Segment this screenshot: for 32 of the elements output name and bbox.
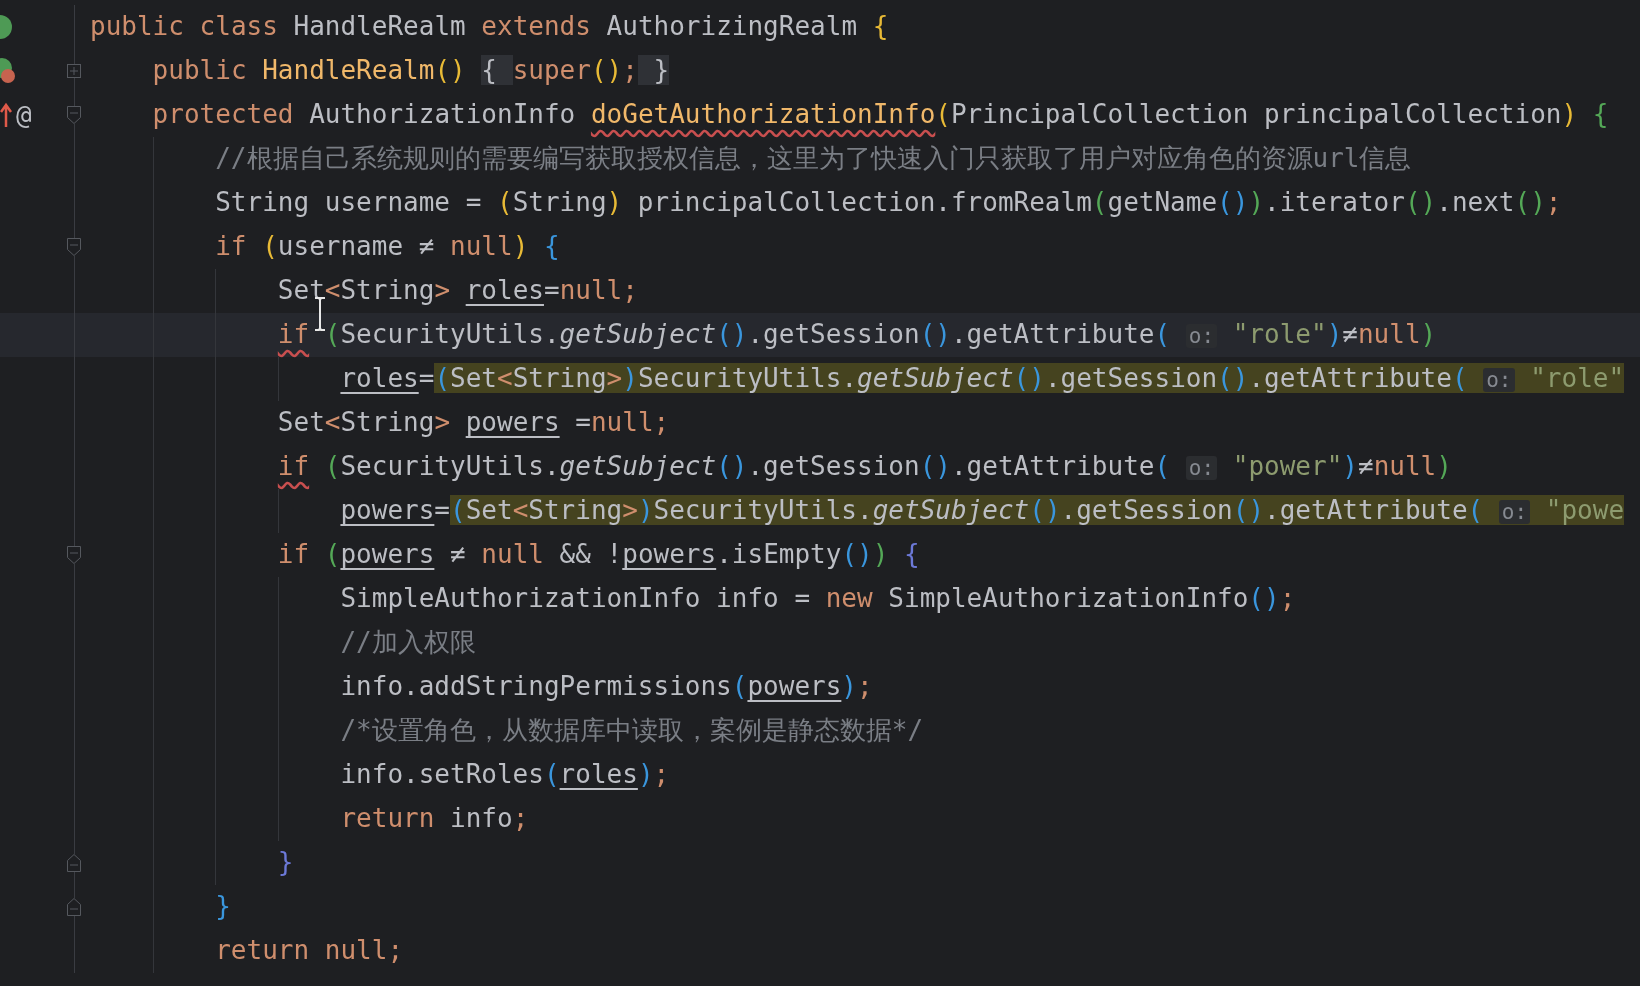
code-line: return null; [215,934,404,968]
code-line: //加入权限 [340,626,476,660]
code-line: if (SecurityUtils.getSubject().getSession().getAttribute( o: "role")≠null) [277,318,1437,352]
code-line: public class HandleRealm extends AuthorizingRealm { [90,10,889,44]
code-line: } [277,846,294,880]
text-cursor-icon [313,297,328,332]
code-line: SimpleAuthorizationInfo info = new SimpleAuthorizationInfo(); [340,582,1296,616]
code-line: return info; [340,802,529,836]
code-line: //根据自己系统规则的需要编写获取授权信息，这里为了快速入门只获取了用户对应角色的资源url信息 [215,142,1412,176]
fold-collapse-icon[interactable] [67,238,81,256]
fold-expand-icon[interactable] [67,64,81,78]
code-line: String username = (String) principalCollection.fromRealm(getName()).iterator().next(); [215,186,1562,220]
fold-collapse-icon[interactable] [67,546,81,564]
method-icon [0,58,18,84]
code-line: info.setRoles(roles); [340,758,670,792]
fold-collapse-icon[interactable] [67,898,81,916]
code-line: if (powers ≠ null && !powers.isEmpty()) { [277,538,920,572]
code-line: powers=(Set<String>)SecurityUtils.getSubject().getSession().getAttribute( o: "powe [340,494,1625,528]
code-line: if (username ≠ null) { [215,230,560,264]
code-line: protected AuthorizationInfo doGetAuthorizationInfo(PrincipalCollection principalCollection) { [152,98,1609,132]
class-icon [0,15,14,39]
code-line: Set<String> roles=null; [277,274,638,308]
code-line: /*设置角色，从数据库中读取，案例是静态数据*/ [340,714,924,748]
code-line: public HandleRealm() { super(); } [152,54,670,88]
arrow-up-icon [0,102,12,128]
fold-collapse-icon[interactable] [67,854,81,872]
code-line: } [215,890,231,924]
fold-collapse-icon[interactable] [67,106,81,124]
code-line: if (SecurityUtils.getSubject().getSession().getAttribute( o: "power")≠null) [277,450,1452,484]
code-line: Set<String> powers =null; [277,406,670,440]
annotation-icon[interactable]: @ [16,102,32,128]
code-line: info.addStringPermissions(powers); [340,670,873,704]
